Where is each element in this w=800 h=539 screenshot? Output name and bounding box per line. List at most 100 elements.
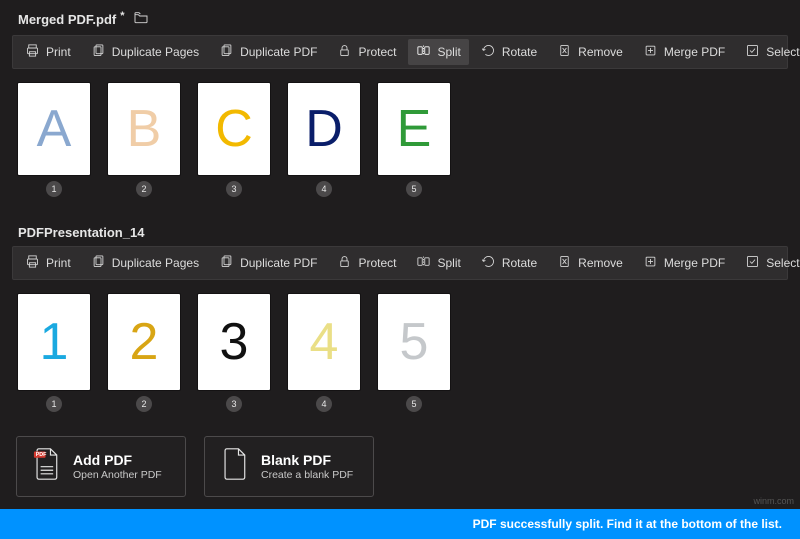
page-glyph: 5 (400, 316, 429, 368)
page-thumbnail[interactable]: E5 (378, 83, 450, 197)
select-all-button[interactable]: Select All (737, 39, 800, 65)
toolbar-label: Print (46, 45, 71, 59)
toolbar-label: Split (437, 45, 460, 59)
dup-pages-icon (91, 43, 106, 61)
rotate-icon (481, 43, 496, 61)
page-number-badge: 5 (406, 396, 422, 412)
page-sheet: B (108, 83, 180, 175)
unsaved-indicator: * (120, 10, 124, 22)
document-toolbar: Print Duplicate Pages Duplicate PDF Protect… (12, 246, 788, 280)
toolbar-label: Duplicate Pages (112, 45, 199, 59)
page-thumbnail[interactable]: D4 (288, 83, 360, 197)
page-number-badge: 3 (226, 396, 242, 412)
toolbar-label: Duplicate Pages (112, 256, 199, 270)
document-title: Merged PDF.pdf (18, 12, 116, 27)
merge-icon (643, 254, 658, 272)
pages-row: 1122334455 (12, 280, 788, 430)
select-all-icon (745, 254, 760, 272)
split-button[interactable]: Split (408, 250, 468, 276)
page-thumbnail[interactable]: B2 (108, 83, 180, 197)
rotate-icon (481, 254, 496, 272)
page-number-badge: 5 (406, 181, 422, 197)
page-sheet: E (378, 83, 450, 175)
blank-pdf-title: Blank PDF (261, 452, 353, 468)
document-title: PDFPresentation_14 (18, 225, 144, 240)
remove-icon (557, 254, 572, 272)
dup-pdf-button[interactable]: Duplicate PDF (211, 250, 325, 276)
page-thumbnail[interactable]: 11 (18, 294, 90, 412)
rotate-button[interactable]: Rotate (473, 250, 545, 276)
document-panel: PDFPresentation_14 Print Duplicate Pages D… (0, 215, 800, 430)
split-icon (416, 254, 431, 272)
rotate-button[interactable]: Rotate (473, 39, 545, 65)
toolbar-label: Remove (578, 256, 623, 270)
print-icon (25, 43, 40, 61)
page-number-badge: 4 (316, 396, 332, 412)
page-glyph: 4 (310, 316, 339, 368)
print-button[interactable]: Print (17, 39, 79, 65)
page-number-badge: 2 (136, 396, 152, 412)
toolbar-label: Protect (358, 45, 396, 59)
page-thumbnail[interactable]: 33 (198, 294, 270, 412)
dup-pages-button[interactable]: Duplicate Pages (83, 250, 207, 276)
toolbar-label: Duplicate PDF (240, 256, 317, 270)
remove-button[interactable]: Remove (549, 250, 631, 276)
status-message: PDF successfully split. Find it at the b… (473, 517, 782, 531)
print-icon (25, 254, 40, 272)
dup-pages-icon (91, 254, 106, 272)
page-number-badge: 2 (136, 181, 152, 197)
toolbar-label: Remove (578, 45, 623, 59)
protect-button[interactable]: Protect (329, 250, 404, 276)
blank-pdf-subtitle: Create a blank PDF (261, 469, 353, 481)
merge-icon (643, 43, 658, 61)
page-sheet: 1 (18, 294, 90, 390)
document-header: PDFPresentation_14 (12, 215, 788, 246)
merge-button[interactable]: Merge PDF (635, 39, 733, 65)
pdf-file-icon: PDF (31, 447, 61, 486)
toolbar-label: Rotate (502, 45, 537, 59)
page-glyph: B (127, 103, 162, 155)
page-thumbnail[interactable]: 44 (288, 294, 360, 412)
page-thumbnail[interactable]: 22 (108, 294, 180, 412)
toolbar-label: Select All (766, 45, 800, 59)
toolbar-label: Split (437, 256, 460, 270)
page-glyph: C (215, 103, 253, 155)
page-sheet: 4 (288, 294, 360, 390)
page-glyph: E (397, 103, 432, 155)
document-panel: Merged PDF.pdf * Print Duplicate Pages Dup… (0, 0, 800, 215)
page-thumbnail[interactable]: 55 (378, 294, 450, 412)
protect-button[interactable]: Protect (329, 39, 404, 65)
split-button[interactable]: Split (408, 39, 468, 65)
page-glyph: A (37, 103, 72, 155)
page-sheet: 3 (198, 294, 270, 390)
split-icon (416, 43, 431, 61)
page-sheet: C (198, 83, 270, 175)
page-glyph: D (305, 103, 343, 155)
page-sheet: A (18, 83, 90, 175)
page-sheet: 2 (108, 294, 180, 390)
page-thumbnail[interactable]: C3 (198, 83, 270, 197)
watermark: winm.com (753, 496, 794, 506)
page-thumbnail[interactable]: A1 (18, 83, 90, 197)
select-all-button[interactable]: Select All (737, 250, 800, 276)
blank-file-icon (219, 447, 249, 486)
document-header: Merged PDF.pdf * (12, 0, 788, 35)
dup-pdf-button[interactable]: Duplicate PDF (211, 39, 325, 65)
protect-icon (337, 43, 352, 61)
bottom-actions: PDF Add PDF Open Another PDF Blank PDF C… (0, 430, 800, 497)
merge-button[interactable]: Merge PDF (635, 250, 733, 276)
blank-pdf-button[interactable]: Blank PDF Create a blank PDF (204, 436, 374, 497)
add-pdf-subtitle: Open Another PDF (73, 469, 162, 481)
toolbar-label: Protect (358, 256, 396, 270)
add-pdf-button[interactable]: PDF Add PDF Open Another PDF (16, 436, 186, 497)
page-sheet: 5 (378, 294, 450, 390)
page-sheet: D (288, 83, 360, 175)
dup-pages-button[interactable]: Duplicate Pages (83, 39, 207, 65)
select-all-icon (745, 43, 760, 61)
print-button[interactable]: Print (17, 250, 79, 276)
remove-button[interactable]: Remove (549, 39, 631, 65)
toolbar-label: Rotate (502, 256, 537, 270)
protect-icon (337, 254, 352, 272)
svg-text:PDF: PDF (36, 452, 47, 458)
open-folder-icon[interactable] (133, 10, 149, 29)
